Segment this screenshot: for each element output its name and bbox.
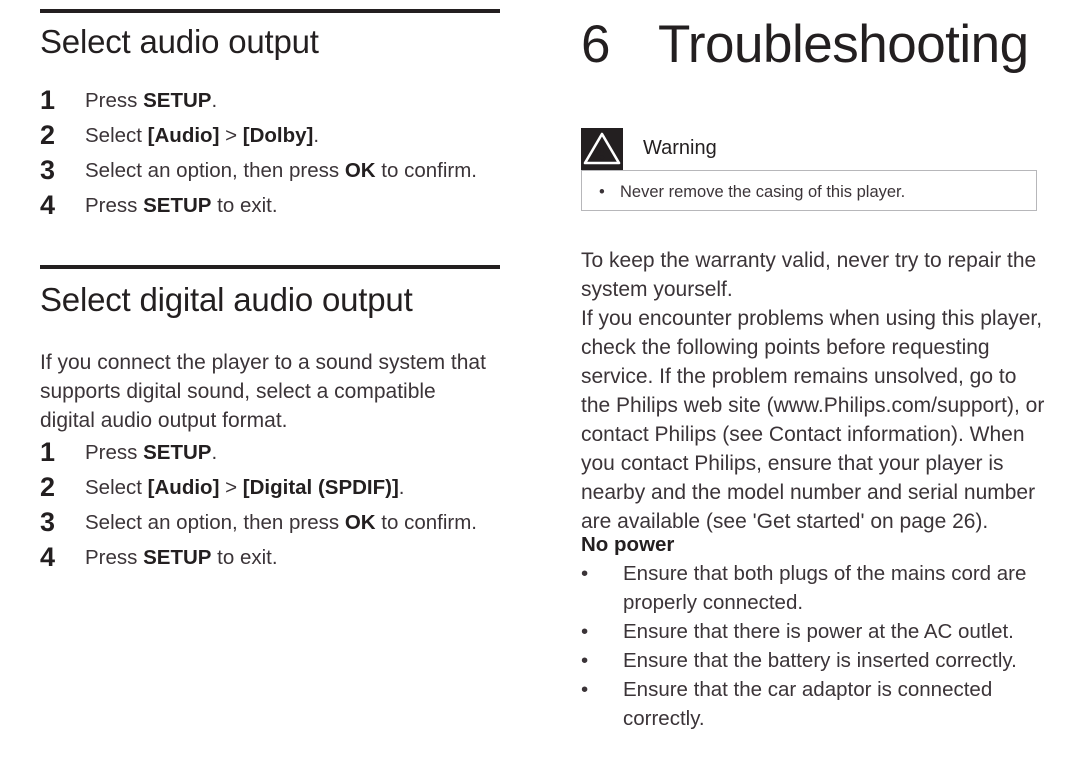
step-text-part: > [219, 476, 243, 499]
bullet-icon: • [581, 649, 589, 672]
step-number: 3 [40, 155, 56, 185]
section-rule-top [40, 9, 500, 13]
step-number: 1 [40, 85, 56, 115]
step-text-keyword: [Audio] [147, 124, 220, 147]
list-item-line: Ensure that both plugs of the mains cord… [623, 562, 1027, 585]
chapter-title: Troubleshooting [658, 15, 1029, 74]
step-text: Select [Audio] > [Dolby]. [85, 123, 319, 149]
step-text-part: Press [85, 89, 144, 112]
heading-select-digital-audio-output: Select digital audio output [40, 281, 413, 318]
step-number: 1 [40, 437, 56, 467]
step-text-keyword: [Digital (SPDIF)] [242, 476, 399, 499]
step-text: Press SETUP to exit. [85, 193, 278, 219]
step-text-part: Select an option, then press [85, 511, 345, 534]
step-text: Press SETUP to exit. [85, 545, 278, 571]
list-item-text: Ensure that both plugs of the mains cord… [623, 559, 1041, 617]
bullet-icon: • [599, 183, 605, 201]
step-text-part: to exit. [211, 546, 278, 569]
step-text-keyword: SETUP [143, 194, 212, 217]
step-text: Select an option, then press OK to confi… [85, 158, 477, 184]
list-item: • Ensure that the battery is inserted co… [581, 646, 1041, 675]
heading-select-audio-output: Select audio output [40, 23, 319, 60]
step-text-part: . [398, 476, 405, 499]
warning-label: Warning [643, 137, 717, 159]
step-text-part: to confirm. [375, 511, 477, 534]
intro-paragraph-digital-audio: If you connect the player to a sound sys… [40, 348, 495, 435]
paragraph-line: To keep the warranty valid, never try to… [581, 249, 1037, 272]
list-item-line: Ensure that the car adaptor is connected [623, 678, 993, 701]
warning-item-text: Never remove the casing of this player. [620, 183, 906, 201]
step-text-part: Press [85, 441, 144, 464]
bullet-icon: • [581, 620, 589, 643]
list-item-text: Ensure that the battery is inserted corr… [623, 646, 1041, 675]
step-text: Press SETUP. [85, 88, 217, 114]
manual-page: Select audio output 1 Press SETUP. 2 Sel… [0, 0, 1080, 766]
bullet-icon: • [581, 562, 589, 585]
troubleshooting-intro-paragraph: To keep the warranty valid, never try to… [581, 246, 1045, 536]
subheading-no-power: No power [581, 533, 675, 556]
list-item: • Ensure that both plugs of the mains co… [581, 559, 1041, 617]
list-item-text: Ensure that the car adaptor is connected… [623, 675, 1041, 733]
list-item: • Ensure that there is power at the AC o… [581, 617, 1041, 646]
step-text-keyword: SETUP [143, 89, 212, 112]
list-item-line: Ensure that the battery is inserted corr… [623, 649, 1017, 672]
step-text-keyword: SETUP [143, 546, 212, 569]
step-text-keyword: OK [344, 511, 376, 534]
step-text-part: to exit. [211, 194, 278, 217]
step-text-part: . [211, 441, 218, 464]
step-text-part: Select [85, 124, 148, 147]
section-rule-middle [40, 265, 500, 269]
step-text-part: > [219, 124, 243, 147]
step-number: 4 [40, 542, 56, 572]
paragraph-line: If you connect the player to a sound sys… [40, 351, 486, 374]
paragraph-line: audio output format. [100, 409, 288, 432]
step-text-part: Press [85, 194, 144, 217]
list-item: • Ensure that the car adaptor is connect… [581, 675, 1041, 733]
no-power-bullet-list: • Ensure that both plugs of the mains co… [581, 559, 1041, 733]
step-number: 2 [40, 472, 56, 502]
paragraph-line: service. If the problem remains unsolved… [581, 365, 1017, 388]
step-number: 2 [40, 120, 56, 150]
step-text: Select an option, then press OK to confi… [85, 510, 477, 536]
paragraph-line: you contact Philips, ensure that your pl… [581, 452, 1004, 475]
paragraph-line: contact Philips (see Contact information… [581, 423, 1025, 446]
paragraph-line: nearby and the model number and serial n… [581, 481, 1036, 504]
step-text-part: . [211, 89, 218, 112]
warning-triangle-icon [581, 128, 623, 170]
step-number: 3 [40, 507, 56, 537]
paragraph-line: If you encounter problems when using thi… [581, 307, 1043, 330]
list-item-line: properly connected. [623, 591, 804, 614]
warning-list-item: • Never remove the casing of this player. [599, 181, 905, 203]
step-text-keyword: SETUP [143, 441, 212, 464]
list-item-line: Ensure that there is power at the AC out… [623, 620, 1014, 643]
step-text-part: Select an option, then press [85, 159, 345, 182]
paragraph-line: check the following points before reques… [581, 336, 990, 359]
step-text-part: Select [85, 476, 148, 499]
step-text-keyword: OK [344, 159, 376, 182]
step-text-keyword: [Dolby] [242, 124, 314, 147]
list-item-text: Ensure that there is power at the AC out… [623, 617, 1041, 646]
bullet-icon: • [581, 678, 589, 701]
step-text-part: Press [85, 546, 144, 569]
paragraph-line: the Philips web site (www.Philips.com/su… [581, 394, 1045, 417]
chapter-title-block: 6 Troubleshooting [581, 13, 1029, 77]
step-text-part: . [313, 124, 320, 147]
step-text: Press SETUP. [85, 440, 217, 466]
step-number: 4 [40, 190, 56, 220]
paragraph-line: system yourself. [581, 278, 733, 301]
step-text-part: to confirm. [375, 159, 477, 182]
warning-box: • Never remove the casing of this player. [581, 170, 1037, 211]
step-text: Select [Audio] > [Digital (SPDIF)]. [85, 475, 405, 501]
list-item-line: correctly. [623, 707, 705, 730]
chapter-number: 6 [581, 15, 610, 74]
step-text-keyword: [Audio] [147, 476, 220, 499]
